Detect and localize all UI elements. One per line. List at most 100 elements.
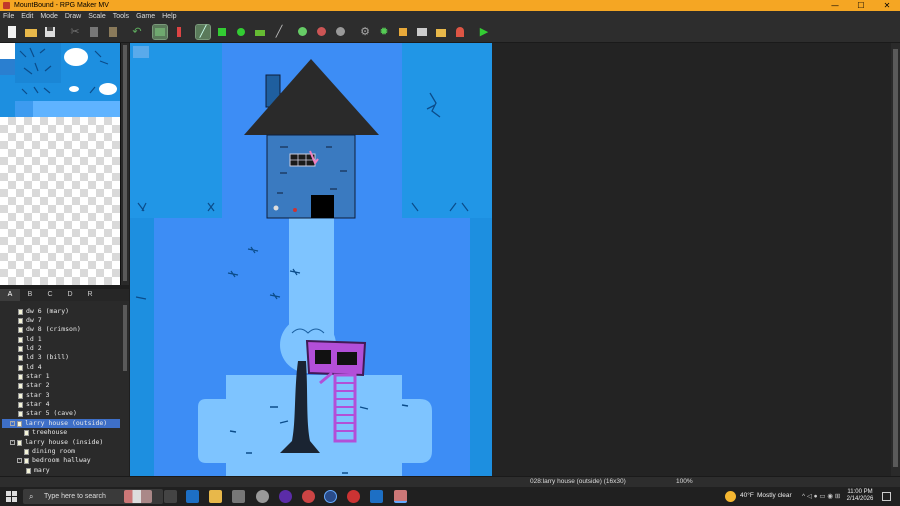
save-project-icon[interactable] [43, 25, 57, 39]
menu-scale[interactable]: Scale [88, 13, 106, 20]
map-tree-item[interactable]: dw 7 [18, 316, 42, 325]
undo-icon[interactable]: ↶ [130, 25, 144, 39]
map-file-icon [18, 392, 23, 399]
notifications-icon[interactable] [882, 492, 891, 501]
map-tree-item[interactable]: ld 4 [18, 363, 42, 372]
map-scene[interactable] [130, 43, 492, 476]
map-tree-item[interactable]: star 3 [18, 391, 49, 400]
map-tree-item[interactable]: dining room [24, 447, 75, 456]
resource-manager-icon[interactable] [434, 25, 448, 39]
tile-palette[interactable] [0, 43, 121, 285]
event-mode-icon[interactable] [172, 25, 186, 39]
menu-bar: File Edit Mode Draw Scale Tools Game Hel… [0, 11, 900, 22]
menu-tools[interactable]: Tools [113, 13, 129, 20]
tray-overflow-icon[interactable]: ^ ◁ ● ▭ ◉ ⊞ [802, 492, 840, 500]
palette-scrollbar[interactable] [121, 43, 129, 285]
map-file-icon [18, 326, 23, 333]
menu-game[interactable]: Game [136, 13, 155, 20]
map-tree-item[interactable]: star 2 [18, 381, 49, 390]
tab-d[interactable]: D [60, 289, 80, 301]
playtest-icon[interactable]: ▶ [477, 25, 491, 39]
tab-c[interactable]: C [40, 289, 60, 301]
maximize-button[interactable]: ☐ [848, 0, 874, 11]
map-tree-item[interactable]: ld 3 (bill) [18, 353, 69, 362]
map-tree-item[interactable]: - larry house (inside) [10, 438, 103, 447]
paste-icon[interactable] [106, 25, 120, 39]
map-file-icon [26, 467, 31, 474]
copy-icon[interactable] [87, 25, 101, 39]
taskbar-clock[interactable]: 11:00 PM 2/14/2026 [840, 489, 880, 503]
map-file-icon [18, 401, 23, 408]
map-tree-item[interactable]: dw 6 (mary) [18, 307, 69, 316]
map-file-icon [18, 317, 23, 324]
tab-a[interactable]: A [0, 289, 20, 301]
rpgmaker-app-icon [3, 2, 10, 9]
taskbar: ⌕ Type here to search 40°F Mostly clear … [0, 487, 900, 506]
actual-size-icon[interactable] [334, 25, 348, 39]
menu-help[interactable]: Help [162, 13, 176, 20]
character-generator-icon[interactable] [453, 25, 467, 39]
database-icon[interactable]: ⚙ [358, 25, 372, 39]
map-tree-item[interactable]: ld 1 [18, 335, 42, 344]
toolbar: ✂ ↶ ╱ ╱ ⚙ ✹ ▶ [0, 22, 900, 43]
pencil-icon[interactable]: ╱ [195, 24, 211, 40]
open-project-icon[interactable] [24, 25, 38, 39]
menu-edit[interactable]: Edit [21, 13, 33, 20]
map-tree-item[interactable]: dw 8 (crimson) [18, 325, 81, 334]
zoom-in-icon[interactable] [296, 25, 310, 39]
sound-test-icon[interactable] [396, 25, 410, 39]
zoom-level-text: 100% [676, 478, 693, 485]
menu-draw[interactable]: Draw [65, 13, 81, 20]
ellipse-icon[interactable] [234, 25, 248, 39]
tab-r[interactable]: R [80, 289, 100, 301]
map-canvas[interactable] [130, 43, 492, 476]
close-button[interactable]: ✕ [874, 0, 900, 11]
map-file-icon [18, 354, 23, 361]
menu-mode[interactable]: Mode [40, 13, 58, 20]
plugin-manager-icon[interactable]: ✹ [377, 25, 391, 39]
minimize-button[interactable]: — [822, 0, 848, 11]
menu-file[interactable]: File [3, 13, 14, 20]
map-tree-item[interactable]: star 5 (cave) [18, 409, 77, 418]
weather-icon[interactable] [725, 491, 736, 502]
map-file-icon [18, 345, 23, 352]
map-info-text: 028:larry house (outside) (16x30) [530, 478, 626, 485]
zoom-out-icon[interactable] [315, 25, 329, 39]
map-tree-item[interactable]: ld 2 [18, 344, 42, 353]
map-tree-item[interactable]: star 1 [18, 372, 49, 381]
palette-tabs: A B C D R [0, 289, 129, 301]
rectangle-icon[interactable] [215, 25, 229, 39]
map-file-icon [24, 448, 29, 455]
map-scrollbar[interactable] [891, 43, 900, 476]
collapse-icon[interactable]: - [17, 458, 22, 463]
map-tree-item-selected[interactable]: - larry house (outside) [2, 419, 120, 428]
map-tree-item[interactable]: star 4 [18, 400, 49, 409]
map-tree-item[interactable]: mary [26, 466, 50, 475]
clock-time: 11:00 PM [847, 489, 873, 495]
map-tree: dw 6 (mary) dw 7 dw 8 (crimson) ld 1 ld … [0, 301, 121, 476]
tileset-empty-area[interactable] [0, 117, 120, 285]
clock-date: 2/14/2026 [846, 496, 874, 502]
shadow-pen-icon[interactable]: ╱ [272, 25, 286, 39]
flood-fill-icon[interactable] [253, 25, 267, 39]
collapse-icon[interactable]: - [10, 440, 15, 445]
map-file-icon [18, 373, 23, 380]
tab-b[interactable]: B [20, 289, 40, 301]
cut-icon[interactable]: ✂ [68, 25, 82, 39]
collapse-icon[interactable]: - [10, 421, 15, 426]
map-mode-icon[interactable] [152, 24, 168, 40]
map-file-icon [17, 420, 22, 427]
map-tree-item[interactable]: treehouse [24, 428, 67, 437]
new-project-icon[interactable] [5, 25, 19, 39]
tileset-water-tiles[interactable] [0, 43, 121, 117]
event-searcher-icon[interactable] [415, 25, 429, 39]
map-file-icon [18, 382, 23, 389]
map-file-icon [24, 429, 29, 436]
map-tree-scrollbar[interactable] [121, 301, 129, 476]
map-file-icon [18, 364, 23, 371]
map-file-icon [17, 439, 22, 446]
empty-editor-area [492, 43, 891, 476]
map-tree-item[interactable]: - bedroom hallway [17, 456, 91, 465]
map-file-icon [18, 410, 23, 417]
map-file-icon [18, 308, 23, 315]
